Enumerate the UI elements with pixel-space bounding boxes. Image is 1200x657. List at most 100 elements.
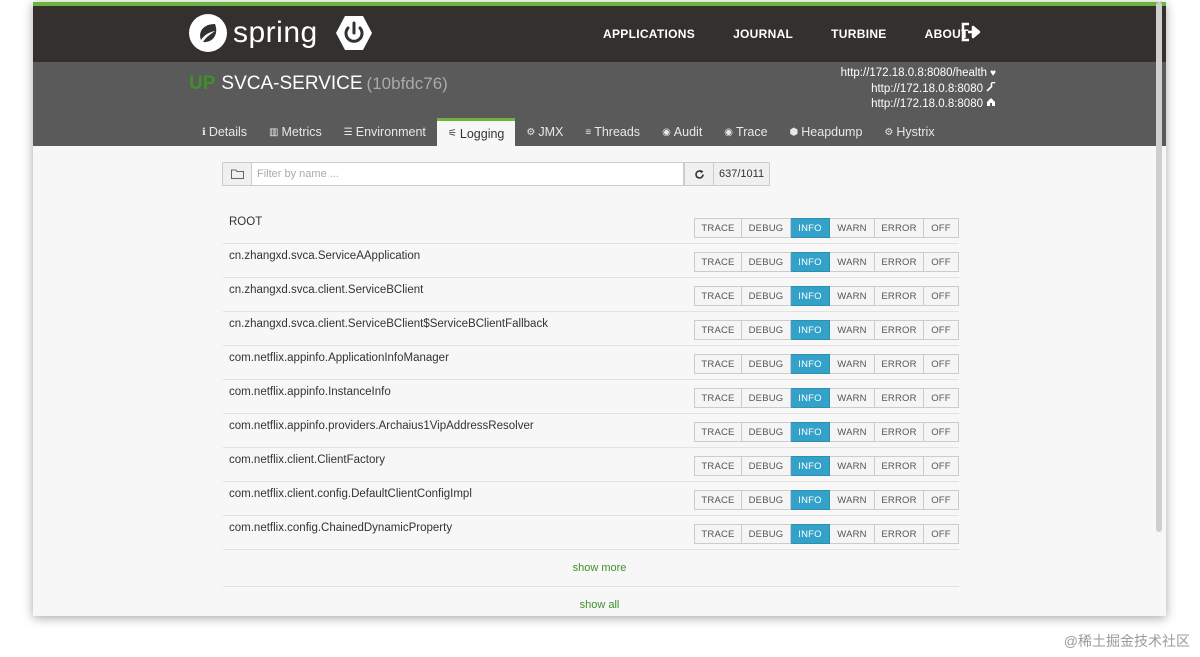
logger-row: com.netflix.client.ClientFactory TRACE DEB… (223, 448, 959, 482)
level-off-button[interactable]: OFF (924, 320, 959, 340)
level-warn-button[interactable]: WARN (830, 320, 875, 340)
level-info-button[interactable]: INFO (791, 218, 830, 238)
list-icon: ☰ (343, 126, 353, 138)
level-warn-button[interactable]: WARN (830, 524, 875, 544)
level-error-button[interactable]: ERROR (875, 218, 924, 238)
level-trace-button[interactable]: TRACE (694, 252, 742, 272)
level-warn-button[interactable]: WARN (830, 354, 875, 374)
level-warn-button[interactable]: WARN (830, 490, 875, 510)
level-off-button[interactable]: OFF (924, 286, 959, 306)
level-debug-button[interactable]: DEBUG (742, 286, 791, 306)
level-warn-button[interactable]: WARN (830, 456, 875, 476)
level-error-button[interactable]: ERROR (875, 524, 924, 544)
level-error-button[interactable]: ERROR (875, 252, 924, 272)
logger-name: com.netflix.client.config.DefaultClientC… (229, 488, 472, 500)
level-info-button[interactable]: INFO (791, 524, 830, 544)
level-trace-button[interactable]: TRACE (694, 456, 742, 476)
level-warn-button[interactable]: WARN (830, 286, 875, 306)
tab-metrics[interactable]: ▥ Metrics (258, 118, 333, 146)
tab-environment[interactable]: ☰ Environment (333, 118, 437, 146)
level-trace-button[interactable]: TRACE (694, 422, 742, 442)
level-trace-button[interactable]: TRACE (694, 218, 742, 238)
refresh-icon[interactable] (684, 162, 714, 186)
logger-name: ROOT (229, 216, 263, 228)
tab-hystrix[interactable]: ⚙ Hystrix (873, 118, 945, 146)
level-debug-button[interactable]: DEBUG (742, 218, 791, 238)
level-info-button[interactable]: INFO (791, 354, 830, 374)
level-error-button[interactable]: ERROR (875, 354, 924, 374)
tab-details[interactable]: ℹ Details (191, 118, 258, 146)
level-trace-button[interactable]: TRACE (694, 490, 742, 510)
level-info-button[interactable]: INFO (791, 490, 830, 510)
level-error-button[interactable]: ERROR (875, 388, 924, 408)
level-debug-button[interactable]: DEBUG (742, 524, 791, 544)
level-trace-button[interactable]: TRACE (694, 320, 742, 340)
folder-icon[interactable] (222, 162, 252, 186)
health-url-link[interactable]: http://172.18.0.8:8080/health ♥ (841, 66, 996, 82)
menu-journal[interactable]: JOURNAL (733, 27, 793, 41)
tab-logging[interactable]: ⚟ Logging (436, 118, 516, 146)
level-off-button[interactable]: OFF (924, 388, 959, 408)
level-info-button[interactable]: INFO (791, 456, 830, 476)
level-warn-button[interactable]: WARN (830, 252, 875, 272)
power-icon (335, 14, 373, 52)
level-off-button[interactable]: OFF (924, 490, 959, 510)
level-button-group: TRACE DEBUG INFO WARN ERROR OFF (694, 218, 959, 238)
level-debug-button[interactable]: DEBUG (742, 490, 791, 510)
app-header: UP SVCA-SERVICE (10bfdc76) http://172.18.0… (33, 62, 1166, 146)
level-off-button[interactable]: OFF (924, 456, 959, 476)
management-url-link[interactable]: http://172.18.0.8:8080 (841, 81, 996, 98)
tab-threads[interactable]: ≡ Threads (574, 118, 651, 146)
level-trace-button[interactable]: TRACE (694, 388, 742, 408)
level-off-button[interactable]: OFF (924, 422, 959, 442)
level-debug-button[interactable]: DEBUG (742, 388, 791, 408)
service-url-link[interactable]: http://172.18.0.8:8080 (841, 97, 996, 113)
level-debug-button[interactable]: DEBUG (742, 252, 791, 272)
level-info-button[interactable]: INFO (791, 388, 830, 408)
level-warn-button[interactable]: WARN (830, 218, 875, 238)
level-off-button[interactable]: OFF (924, 252, 959, 272)
level-info-button[interactable]: INFO (791, 286, 830, 306)
tab-trace[interactable]: ◉ Trace (713, 118, 778, 146)
level-warn-button[interactable]: WARN (830, 422, 875, 442)
level-info-button[interactable]: INFO (791, 252, 830, 272)
logger-name: cn.zhangxd.svca.client.ServiceBClient (229, 284, 424, 296)
logger-row: com.netflix.appinfo.InstanceInfo TRACE DEB… (223, 380, 959, 414)
spring-logo[interactable]: spring (189, 14, 318, 52)
logger-list: ROOT TRACE DEBUG INFO WARN ERROR OFF cn.zhangxd… (223, 210, 959, 550)
level-error-button[interactable]: ERROR (875, 490, 924, 510)
level-info-button[interactable]: INFO (791, 320, 830, 340)
tab-heapdump[interactable]: ⬢ Heapdump (779, 118, 874, 146)
level-debug-button[interactable]: DEBUG (742, 456, 791, 476)
sign-out-icon[interactable] (961, 22, 983, 42)
level-trace-button[interactable]: TRACE (694, 286, 742, 306)
level-error-button[interactable]: ERROR (875, 320, 924, 340)
level-trace-button[interactable]: TRACE (694, 354, 742, 374)
filter-input[interactable] (252, 162, 684, 186)
level-off-button[interactable]: OFF (924, 354, 959, 374)
level-off-button[interactable]: OFF (924, 218, 959, 238)
heart-icon: ♥ (990, 68, 996, 79)
level-debug-button[interactable]: DEBUG (742, 422, 791, 442)
level-button-group: TRACE DEBUG INFO WARN ERROR OFF (694, 422, 959, 442)
menu-applications[interactable]: APPLICATIONS (603, 27, 695, 41)
level-button-group: TRACE DEBUG INFO WARN ERROR OFF (694, 354, 959, 374)
scrollbar[interactable] (1156, 2, 1162, 532)
show-all-link[interactable]: show all (33, 599, 1166, 611)
bar-chart-icon: ▥ (269, 126, 279, 138)
level-warn-button[interactable]: WARN (830, 388, 875, 408)
level-error-button[interactable]: ERROR (875, 456, 924, 476)
tab-audit[interactable]: ◉ Audit (651, 118, 713, 146)
level-error-button[interactable]: ERROR (875, 286, 924, 306)
level-debug-button[interactable]: DEBUG (742, 320, 791, 340)
logger-name: com.netflix.appinfo.providers.Archaius1V… (229, 420, 534, 432)
show-more-link[interactable]: show more (33, 562, 1166, 574)
level-error-button[interactable]: ERROR (875, 422, 924, 442)
level-off-button[interactable]: OFF (924, 524, 959, 544)
level-trace-button[interactable]: TRACE (694, 524, 742, 544)
tab-jmx[interactable]: ⚙ JMX (515, 118, 574, 146)
logger-name: com.netflix.appinfo.ApplicationInfoManag… (229, 352, 449, 364)
level-info-button[interactable]: INFO (791, 422, 830, 442)
level-debug-button[interactable]: DEBUG (742, 354, 791, 374)
menu-turbine[interactable]: TURBINE (831, 27, 886, 41)
